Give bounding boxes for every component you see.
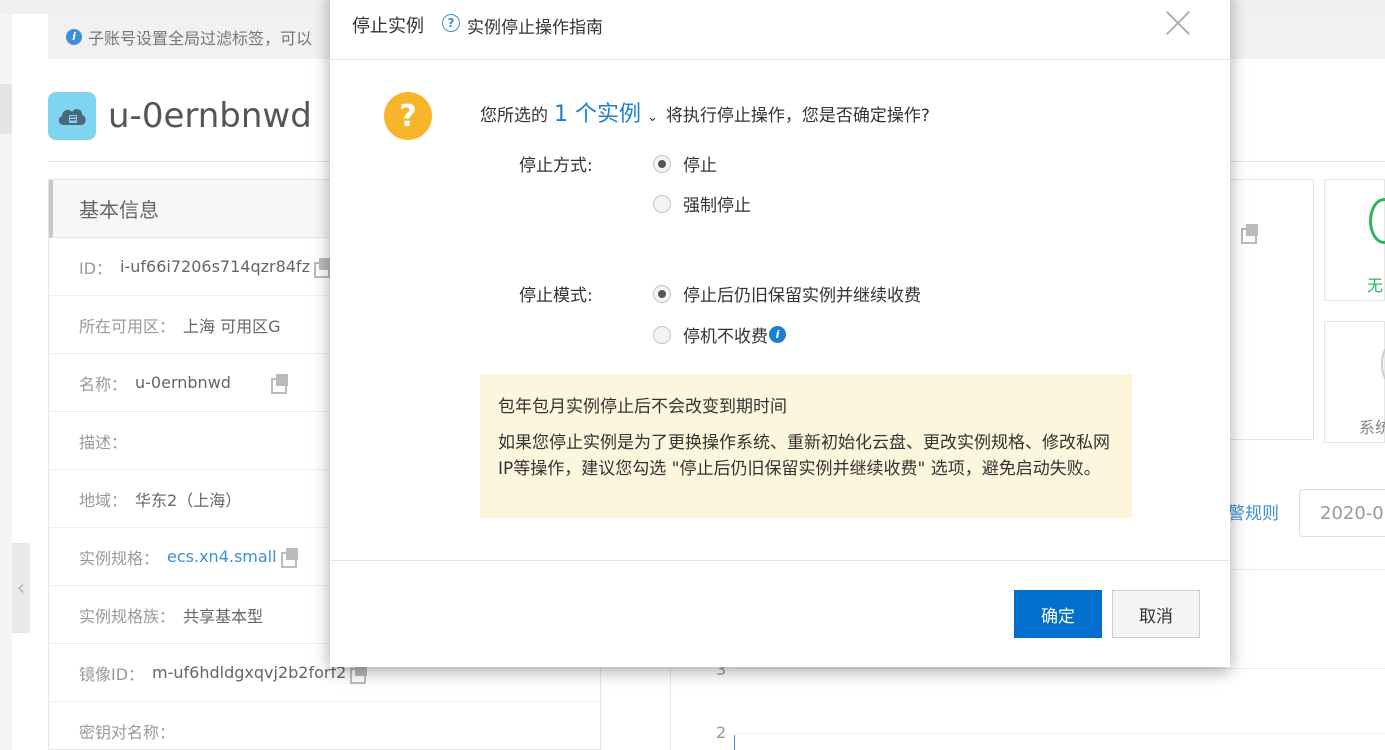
dialog-header: 停止实例 ? 实例停止操作指南 [330, 0, 1230, 60]
radio-force-stop[interactable]: 强制停止 [653, 191, 751, 216]
radio-label: 停机不收费 [683, 327, 768, 347]
radio-checked-icon [653, 154, 671, 173]
close-icon[interactable] [1161, 6, 1195, 40]
help-icon[interactable]: ? [442, 14, 460, 32]
prompt-suffix: 将执行停止操作，您是否确定操作? [665, 106, 930, 126]
warning-tip: 包年包月实例停止后不会改变到期时间 如果您停止实例是为了更换操作系统、重新初始化… [480, 374, 1132, 518]
radio-label: 停止 [683, 156, 717, 176]
question-icon: ? [384, 92, 432, 140]
radio-unchecked-icon [653, 325, 671, 344]
stop-instance-dialog: 停止实例 ? 实例停止操作指南 ? 您所选的 1 个实例 ⌄ 将执行停止操作，您… [330, 0, 1230, 667]
instance-count-toggle[interactable]: 1 个实例 [554, 96, 641, 128]
radio-keep-charging[interactable]: 停止后仍旧保留实例并继续收费 [653, 281, 921, 306]
stop-method-label: 停止方式: [519, 156, 593, 176]
confirm-prompt: 您所选的 1 个实例 ⌄ 将执行停止操作，您是否确定操作? [480, 96, 930, 128]
cancel-button[interactable]: 取消 [1112, 590, 1200, 638]
info-icon[interactable]: i [769, 326, 786, 343]
radio-unchecked-icon [653, 194, 671, 213]
radio-stop[interactable]: 停止 [653, 151, 717, 176]
stop-mode-label: 停止模式: [519, 286, 593, 306]
chevron-down-icon[interactable]: ⌄ [647, 110, 658, 125]
footer-divider [330, 560, 1230, 561]
dialog-title: 停止实例 [352, 16, 424, 37]
confirm-button[interactable]: 确定 [1014, 590, 1102, 638]
prompt-prefix: 您所选的 [480, 106, 548, 126]
tip-title: 包年包月实例停止后不会改变到期时间 [498, 397, 787, 417]
radio-checked-icon [653, 284, 671, 303]
radio-no-charge[interactable]: 停机不收费 i [653, 322, 786, 347]
help-guide-link[interactable]: 实例停止操作指南 [467, 13, 603, 38]
radio-label: 强制停止 [683, 196, 751, 216]
tip-body: 如果您停止实例是为了更换操作系统、重新初始化云盘、更改实例规格、修改私网IP等操… [498, 433, 1110, 479]
radio-label: 停止后仍旧保留实例并继续收费 [683, 286, 921, 306]
